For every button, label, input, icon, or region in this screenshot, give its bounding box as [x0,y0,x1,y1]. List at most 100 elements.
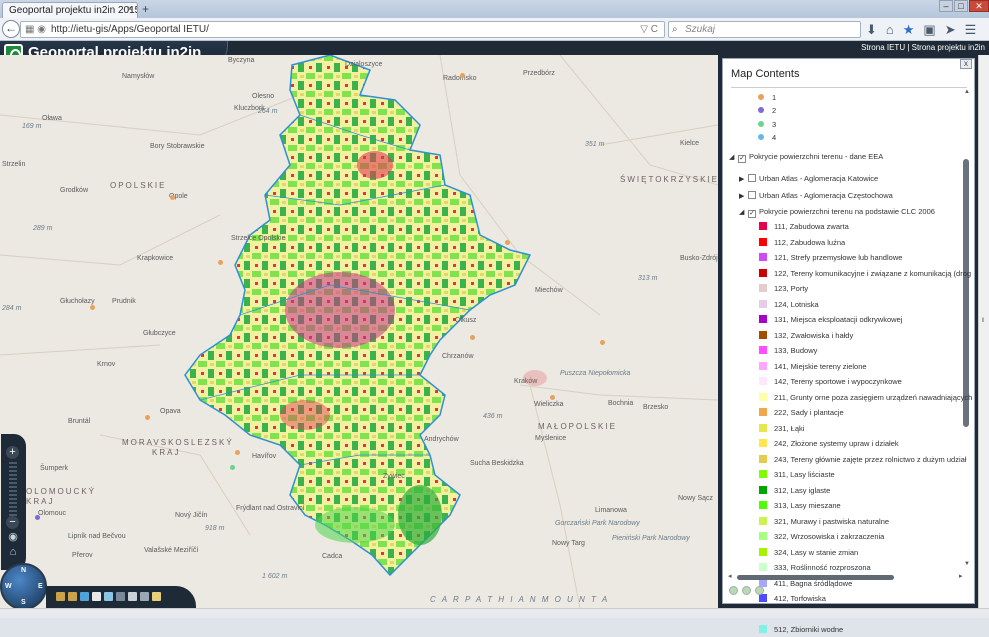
status-bar [0,608,989,618]
expand-toggle-icon[interactable]: ▶ [739,190,748,204]
address-bar[interactable]: ▦ ◉ http://ietu-gis/Apps/Geoportal IETU/… [20,21,665,38]
search-tool-icon[interactable] [104,592,113,601]
maximize-button[interactable]: □ [954,0,968,12]
layers-icon[interactable] [56,592,65,601]
map-label: Strzelin [2,161,26,168]
legend-item: 324, Lasy w stanie zmian [759,546,858,560]
legend-label: 131, Miejsca eksploatacji odkrywkowej [774,315,903,325]
table-icon[interactable] [92,592,101,601]
elevation-label: 313 m [638,275,658,282]
bookmark-star-icon[interactable]: ★ [903,22,915,38]
reload-icon[interactable]: ▽ C [640,22,658,37]
legend-swatch [759,501,767,510]
scroll-down-icon[interactable]: ▼ [964,561,970,567]
expand-toggle-icon[interactable]: ◢ [729,151,738,165]
legend-swatch [759,547,767,556]
legend-label: 312, Lasy iglaste [774,485,831,495]
layer-row[interactable]: ▶ Urban Atlas - Aglomeracja Katowice [739,172,878,186]
scroll-up-icon[interactable]: ▲ [964,89,970,95]
map-label: Limanowa [595,507,627,514]
legend-item: 121, Strefy przemysłowe lub handlowe [759,251,902,265]
browser-tab[interactable]: Geoportal projektu in2in 2015 × [2,2,138,18]
elevation-label: 264 m [258,108,278,115]
zoom-out-button[interactable]: − [6,516,19,529]
map-label: Bochnia [608,400,634,407]
expand-toggle-icon[interactable]: ◢ [739,206,748,220]
expand-icon[interactable] [755,586,764,595]
home-icon[interactable]: ⌂ [886,22,894,38]
legend-item: 1 [758,91,776,105]
legend-swatch [759,222,767,231]
layer-row[interactable]: ◢ ✓ Pokrycie powierzchni terenu - dane EEA [729,150,883,164]
measure-icon[interactable] [116,592,125,601]
legend-label: 512, Zbiorniki wodne [774,625,844,635]
new-tab-button[interactable]: + [142,2,149,16]
map-label: Valašské Meziříčí [144,547,199,554]
layer-row[interactable]: ◢ ✓ Pokrycie powierzchni terenu na podstaw… [739,205,935,219]
vertical-scrollbar[interactable] [963,159,969,427]
elevation-label: 169 m [22,123,42,130]
legend-item: 123, Porty [759,282,808,296]
download-icon[interactable]: ⬇ [866,22,877,38]
refresh-icon[interactable] [729,586,738,595]
legend-label: 121, Strefy przemysłowe lub handlowe [774,253,903,263]
layer-checkbox[interactable] [748,174,756,183]
scroll-right-icon[interactable]: ▸ [959,572,963,580]
search-input[interactable]: ⌕ Szukaj [668,21,861,38]
scroll-left-icon[interactable]: ◂ [728,572,732,580]
basemap-icon[interactable] [68,592,77,601]
tab-close-icon[interactable]: × [127,4,133,15]
elevation-label: 289 m [33,225,53,232]
browser-toolbar-icons: ⬇ ⌂ ★ ▣ ➤ ☰ [866,22,976,38]
legend-swatch [759,470,767,479]
back-icon[interactable]: ← [2,20,20,38]
send-icon[interactable]: ➤ [945,22,956,38]
legend-label: 112, Zabudowa luźna [774,237,846,247]
layer-checkbox[interactable]: ✓ [748,209,756,218]
minimize-button[interactable]: – [939,0,953,12]
globe-icon[interactable]: ◉ [6,530,20,543]
close-panel-button[interactable]: x [960,59,972,69]
zoom-in-button[interactable]: + [6,446,19,459]
collapse-icon[interactable] [742,586,751,595]
layer-checkbox[interactable] [748,190,756,199]
legend-swatch [759,563,767,572]
elevation-label: 284 m [2,305,22,312]
close-window-button[interactable]: ✕ [969,0,989,12]
legend-icon[interactable] [80,592,89,601]
tools-icon[interactable] [152,592,161,601]
elevation-label: 918 m [205,525,225,532]
layer-checkbox[interactable]: ✓ [738,155,746,164]
horizontal-scrollbar[interactable] [737,575,894,580]
map-label: Żywiec [383,473,405,480]
legend-label: 123, Porty [774,284,809,294]
print-icon[interactable] [128,592,137,601]
expand-toggle-icon[interactable]: ▶ [739,173,748,187]
home-icon[interactable]: ⌂ [6,546,20,558]
map-label: Krnov [97,361,116,368]
share-icon[interactable] [140,592,149,601]
legend-item: 142, Tereny sportowe i wypoczynkowe [759,375,902,389]
map-contents-body: x Map Contents ▲ ▼ 1 2 3 4 ◢ ✓ Pokrycie powier… [722,58,975,634]
legend-swatch [759,423,767,432]
navigation-compass[interactable]: N W E S [0,563,47,610]
map-view[interactable]: Byczyna Dzialoszyce Radomsko Przedbórz N… [0,55,718,608]
legend-dot-icon [758,107,764,114]
legend-dot-icon [758,133,764,140]
legend-swatch [759,361,767,370]
map-label: Přerov [72,552,93,559]
elevation-label: 436 m [483,413,503,420]
menu-icon[interactable]: ☰ [965,22,977,38]
clipboard-icon[interactable]: ▣ [923,22,935,38]
legend-item: 242, Złożone systemy upraw i działek [759,437,899,451]
legend-item: 112, Zabudowa luźna [759,236,845,250]
map-label: Opava [160,408,181,415]
layer-row[interactable]: ▶ Urban Atlas - Aglomeracja Częstochowa [739,189,893,203]
zoom-slider[interactable] [9,462,17,517]
browser-nav-bar: ← ▦ ◉ http://ietu-gis/Apps/Geoportal IET… [0,18,989,41]
legend-label: 111, Zabudowa zwarta [774,222,849,232]
page-info-icon[interactable]: ▦ ◉ [25,22,46,37]
header-links[interactable]: Strona IETU | Strona projektu in2in [861,43,985,52]
legend-label: 311, Lasy liściaste [774,470,835,480]
legend-swatch [759,377,767,386]
